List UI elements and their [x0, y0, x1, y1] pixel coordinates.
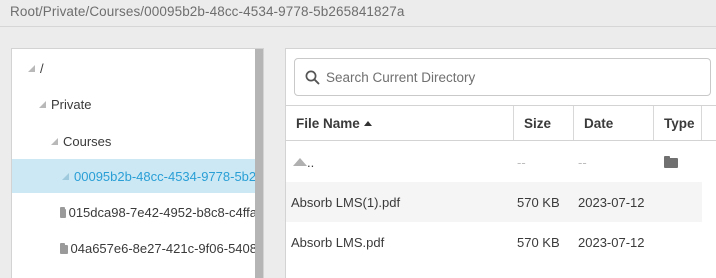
expand-triangle-icon[interactable] — [28, 64, 35, 72]
file-date: 2023-07-12 — [578, 234, 645, 250]
file-date: 2023-07-12 — [578, 194, 645, 210]
search-input[interactable] — [326, 69, 686, 85]
tree-item-label: / — [40, 60, 44, 76]
tree-item-label: 00095b2b-48cc-4534-9778-5b265841827a — [74, 168, 257, 184]
tree-item-label: Private — [51, 96, 92, 112]
file-name: Absorb LMS.pdf — [291, 234, 385, 250]
table-row[interactable]: Absorb LMS(1).pdf 570 KB 2023-07-12 — [286, 182, 702, 222]
file-size: 570 KB — [517, 194, 560, 210]
column-header-size[interactable]: Size — [514, 106, 574, 140]
tree-item-private[interactable]: Private — [12, 87, 257, 121]
tree-item-selected-folder[interactable]: 00095b2b-48cc-4534-9778-5b265841827a — [12, 159, 257, 193]
file-name: Absorb LMS(1).pdf — [291, 194, 401, 210]
file-size: -- — [517, 154, 526, 170]
file-date: -- — [578, 154, 587, 170]
up-directory-icon — [293, 158, 307, 166]
table-row[interactable]: Absorb LMS.pdf 570 KB 2023-07-12 — [286, 222, 702, 262]
tree-scrollbar[interactable] — [255, 49, 263, 278]
tree-item-label: 015dca98-7e42-4952-b8c8-c4ffa — [68, 204, 257, 220]
search-icon — [305, 70, 320, 85]
tree-item-folder[interactable]: 015dca98-7e42-4952-b8c8-c4ffa — [12, 195, 257, 229]
file-list-panel: File Name Size Date Type .. -- -- Absorb… — [285, 48, 716, 278]
column-header-file-name[interactable]: File Name — [286, 106, 514, 140]
tree-item-courses[interactable]: Courses — [12, 124, 257, 158]
tree-item-folder[interactable]: 04a657e6-8e27-421c-9f06-5408 — [12, 231, 257, 265]
search-box[interactable] — [294, 58, 711, 96]
grid-header: File Name Size Date Type — [286, 105, 716, 141]
expand-triangle-icon[interactable] — [62, 172, 69, 180]
file-type — [654, 222, 702, 262]
expand-triangle-icon[interactable] — [51, 137, 58, 145]
column-header-date[interactable]: Date — [574, 106, 654, 140]
folder-icon — [664, 156, 678, 168]
file-type — [654, 182, 702, 222]
sort-ascending-icon — [363, 120, 372, 126]
folder-icon — [60, 206, 66, 218]
breadcrumb: Root/Private/Courses/00095b2b-48cc-4534-… — [0, 0, 716, 27]
folder-tree-panel: / Private Courses 00095b2b-48cc-4534-977… — [11, 48, 264, 278]
column-header-type[interactable]: Type — [654, 106, 702, 140]
tree-item-label: Courses — [63, 133, 112, 149]
table-row-parent-directory[interactable]: .. -- -- — [286, 142, 702, 182]
tree-item-root[interactable]: / — [12, 51, 257, 85]
expand-triangle-icon[interactable] — [39, 100, 46, 108]
tree-item-label: 04a657e6-8e27-421c-9f06-5408 — [70, 240, 258, 256]
file-size: 570 KB — [517, 234, 560, 250]
folder-icon — [60, 242, 68, 254]
file-name: .. — [307, 154, 315, 170]
